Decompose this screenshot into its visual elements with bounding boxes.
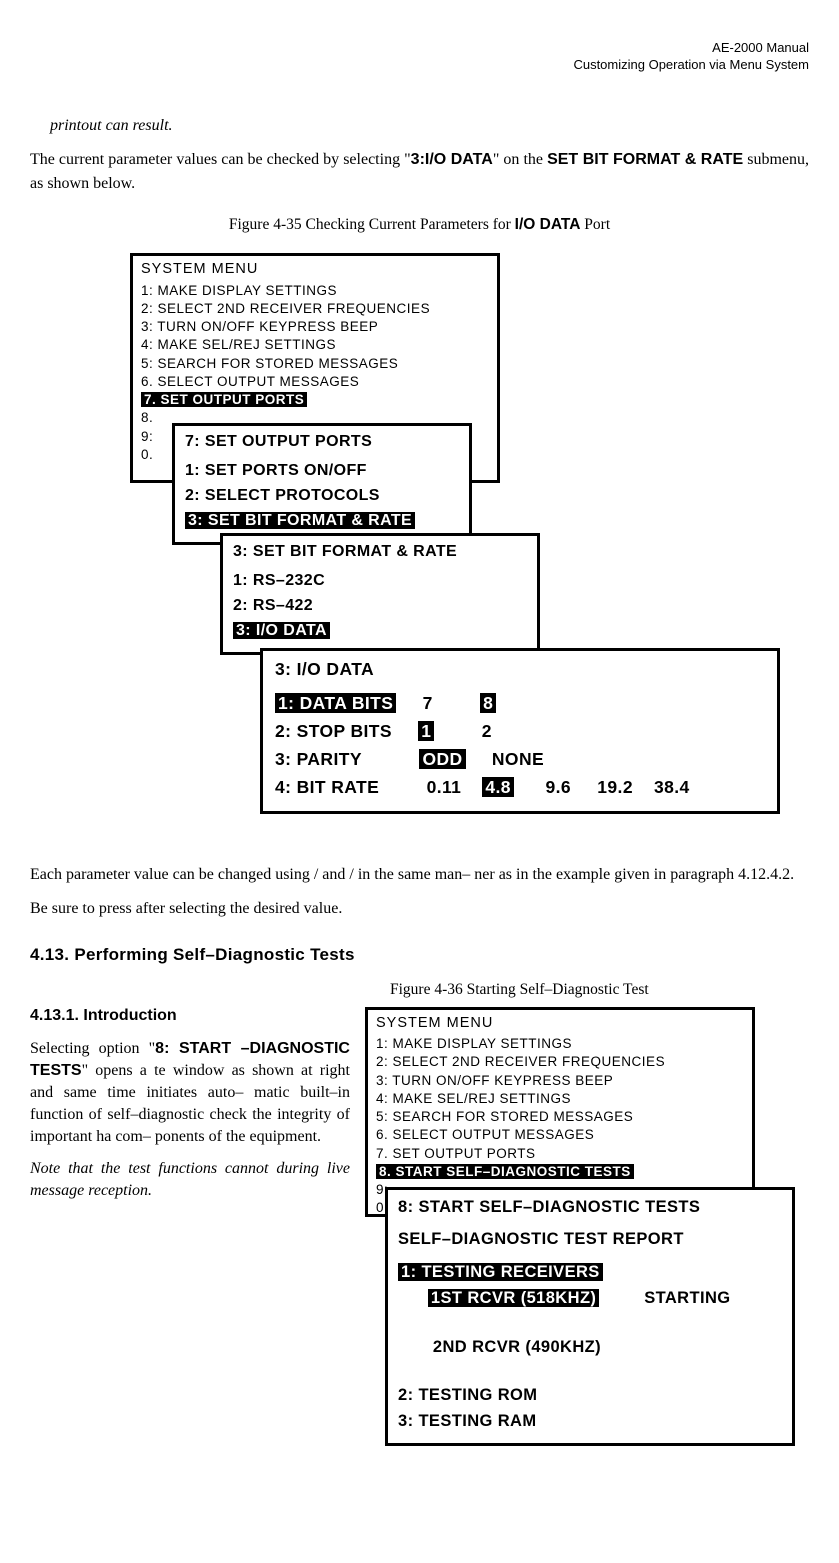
- figure-36: SYSTEM MENU 1: MAKE DISPLAY SETTINGS 2: …: [365, 1007, 809, 1427]
- bitformat-item-3[interactable]: 3: I/O DATA: [233, 619, 527, 644]
- selfdiag-title: 8: START SELF–DIAGNOSTIC TESTS: [398, 1194, 782, 1220]
- figure-35-caption: Figure 4-35 Checking Current Parameters …: [30, 214, 809, 236]
- menu-item-1[interactable]: 1: MAKE DISPLAY SETTINGS: [141, 282, 489, 300]
- paragraph-4: Selecting option "8: START –DIAGNOSTIC T…: [30, 1038, 350, 1148]
- bit-format-items: 3: SET BIT FORMAT & RATE 1: RS–232C 2: R…: [223, 536, 537, 651]
- submenu-item-1[interactable]: 1: SET PORTS ON/OFF: [185, 459, 459, 484]
- menu2-item-1[interactable]: 1: MAKE DISPLAY SETTINGS: [376, 1035, 744, 1053]
- menu-item-7[interactable]: 7. SET OUTPUT PORTS: [141, 391, 489, 409]
- set-output-ports-items: 7: SET OUTPUT PORTS 1: SET PORTS ON/OFF …: [175, 426, 469, 541]
- menu-item-2[interactable]: 2: SELECT 2ND RECEIVER FREQUENCIES: [141, 300, 489, 318]
- figure-35: SYSTEM MENU 1: MAKE DISPLAY SETTINGS 2: …: [110, 253, 809, 843]
- iodata-row-databits[interactable]: 1: DATA BITS 7 8: [275, 689, 765, 717]
- menu2-item-7[interactable]: 7. SET OUTPUT PORTS: [376, 1145, 744, 1163]
- menu2-item-4[interactable]: 4: MAKE SEL/REJ SETTINGS: [376, 1090, 744, 1108]
- menu-item-5[interactable]: 5: SEARCH FOR STORED MESSAGES: [141, 355, 489, 373]
- menu-item-6[interactable]: 6. SELECT OUTPUT MESSAGES: [141, 373, 489, 391]
- iodata-row-parity[interactable]: 3: PARITY ODD NONE: [275, 745, 765, 773]
- section-4-13: 4.13. Performing Self–Diagnostic Tests: [30, 943, 809, 967]
- system-menu-title: SYSTEM MENU: [133, 256, 497, 279]
- set-output-ports-box: 7: SET OUTPUT PORTS 1: SET PORTS ON/OFF …: [172, 423, 472, 544]
- menu2-item-5[interactable]: 5: SEARCH FOR STORED MESSAGES: [376, 1108, 744, 1126]
- bit-format-box: 3: SET BIT FORMAT & RATE 1: RS–232C 2: R…: [220, 533, 540, 654]
- iodata-title: 3: I/O DATA: [275, 655, 765, 683]
- figure-36-caption: Figure 4-36 Starting Self–Diagnostic Tes…: [390, 979, 809, 1001]
- menu2-item-6[interactable]: 6. SELECT OUTPUT MESSAGES: [376, 1126, 744, 1144]
- submenu-title: 7: SET OUTPUT PORTS: [185, 430, 459, 455]
- menu2-item-3[interactable]: 3: TURN ON/OFF KEYPRESS BEEP: [376, 1072, 744, 1090]
- self-diag-items: 8: START SELF–DIAGNOSTIC TESTS SELF–DIAG…: [388, 1190, 792, 1443]
- submenu-item-2[interactable]: 2: SELECT PROTOCOLS: [185, 484, 459, 509]
- paragraph-3: Be sure to press after selecting the des…: [30, 897, 809, 921]
- header-line1: AE-2000 Manual: [712, 40, 809, 55]
- page-header: AE-2000 Manual Customizing Operation via…: [30, 40, 809, 74]
- header-line2: Customizing Operation via Menu System: [573, 57, 809, 72]
- bitformat-item-2[interactable]: 2: RS–422: [233, 594, 527, 619]
- system-menu-2-title: SYSTEM MENU: [368, 1010, 752, 1033]
- paragraph-1: The current parameter values can be chec…: [30, 148, 809, 196]
- menu2-item-2[interactable]: 2: SELECT 2ND RECEIVER FREQUENCIES: [376, 1053, 744, 1071]
- selfdiag-row-4: 3: TESTING RAM: [398, 1408, 782, 1434]
- selfdiag-row-1: 1: TESTING RECEIVERS: [398, 1259, 782, 1285]
- paragraph-5: Note that the test functions cannot duri…: [30, 1158, 350, 1202]
- selfdiag-row-2: 2ND RCVR (490KHZ): [398, 1334, 782, 1360]
- iodata-row-bitrate[interactable]: 4: BIT RATE 0.11 4.8 9.6 19.2 38.4: [275, 773, 765, 801]
- bitformat-item-1[interactable]: 1: RS–232C: [233, 569, 527, 594]
- iodata-row-stopbits[interactable]: 2: STOP BITS 1 2: [275, 717, 765, 745]
- io-data-box: 3: I/O DATA 1: DATA BITS 7 8 2: STOP BIT…: [260, 648, 780, 814]
- menu-item-3[interactable]: 3: TURN ON/OFF KEYPRESS BEEP: [141, 318, 489, 336]
- menu2-item-8[interactable]: 8. START SELF–DIAGNOSTIC TESTS: [376, 1163, 744, 1181]
- submenu-item-3[interactable]: 3: SET BIT FORMAT & RATE: [185, 509, 459, 534]
- paragraph-2: Each parameter value can be changed usin…: [30, 863, 809, 887]
- section-4-13-1: 4.13.1. Introduction: [30, 1005, 350, 1027]
- selfdiag-row-3: 2: TESTING ROM: [398, 1382, 782, 1408]
- self-diag-box: 8: START SELF–DIAGNOSTIC TESTS SELF–DIAG…: [385, 1187, 795, 1446]
- io-data-items: 3: I/O DATA 1: DATA BITS 7 8 2: STOP BIT…: [263, 651, 777, 811]
- menu-item-4[interactable]: 4: MAKE SEL/REJ SETTINGS: [141, 336, 489, 354]
- continuation-text: printout can result.: [50, 114, 809, 138]
- system-menu-2-box: SYSTEM MENU 1: MAKE DISPLAY SETTINGS 2: …: [365, 1007, 755, 1217]
- bitformat-title: 3: SET BIT FORMAT & RATE: [233, 540, 527, 565]
- selfdiag-subtitle: SELF–DIAGNOSTIC TEST REPORT: [398, 1226, 782, 1252]
- selfdiag-row-1a: 1ST RCVR (518KHZ) STARTING: [398, 1285, 782, 1311]
